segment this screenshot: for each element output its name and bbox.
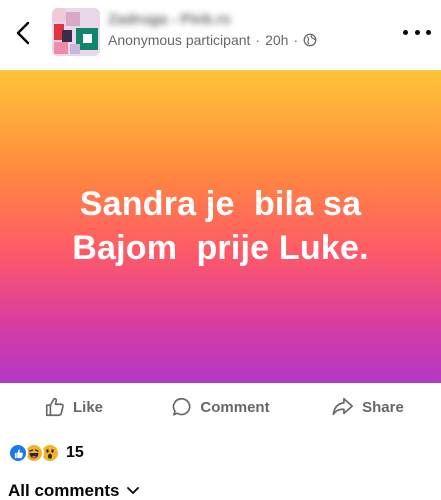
share-arrow-icon (332, 397, 354, 416)
like-reaction-icon (8, 443, 28, 463)
group-name[interactable]: Zadruga - Pink.rs (108, 11, 231, 28)
meta-separator-2: · (293, 32, 299, 48)
action-bar: Like Comment Share (0, 388, 441, 426)
back-button[interactable] (8, 16, 38, 50)
group-avatar[interactable] (52, 8, 100, 56)
like-label: Like (72, 398, 103, 416)
share-button[interactable]: Share (294, 388, 441, 426)
more-horizontal-icon (403, 29, 431, 35)
comment-bubble-icon (173, 397, 191, 416)
globe-icon (303, 33, 317, 47)
post-text: Sandra je bila sa Bajom prije Luke. (72, 184, 369, 267)
group-name-blurred[interactable]: Zadruga - Pink.rs (108, 10, 258, 28)
all-comments-label: All comments (8, 481, 120, 500)
post-header: Zadruga - Pink.rs Anonymous participant … (0, 0, 441, 70)
post-meta: Anonymous participant · 20h · (108, 32, 317, 48)
chevron-down-icon (127, 487, 140, 494)
meta-separator: · (255, 32, 261, 48)
thumbs-up-icon (45, 397, 64, 417)
post-time[interactable]: 20h (265, 32, 288, 48)
comment-label: Comment (200, 398, 270, 416)
reaction-count: 15 (66, 444, 84, 461)
chevron-left-icon (16, 21, 30, 45)
like-button[interactable]: Like (0, 388, 147, 426)
post-background: Sandra je bila sa Bajom prije Luke. (0, 70, 441, 383)
share-label: Share (362, 398, 404, 416)
comment-button[interactable]: Comment (147, 388, 294, 426)
more-options-button[interactable] (403, 22, 431, 42)
all-comments-filter[interactable]: All comments (8, 481, 140, 500)
author-name[interactable]: Anonymous participant (108, 32, 250, 48)
reactions-summary[interactable]: 15 (8, 442, 84, 464)
